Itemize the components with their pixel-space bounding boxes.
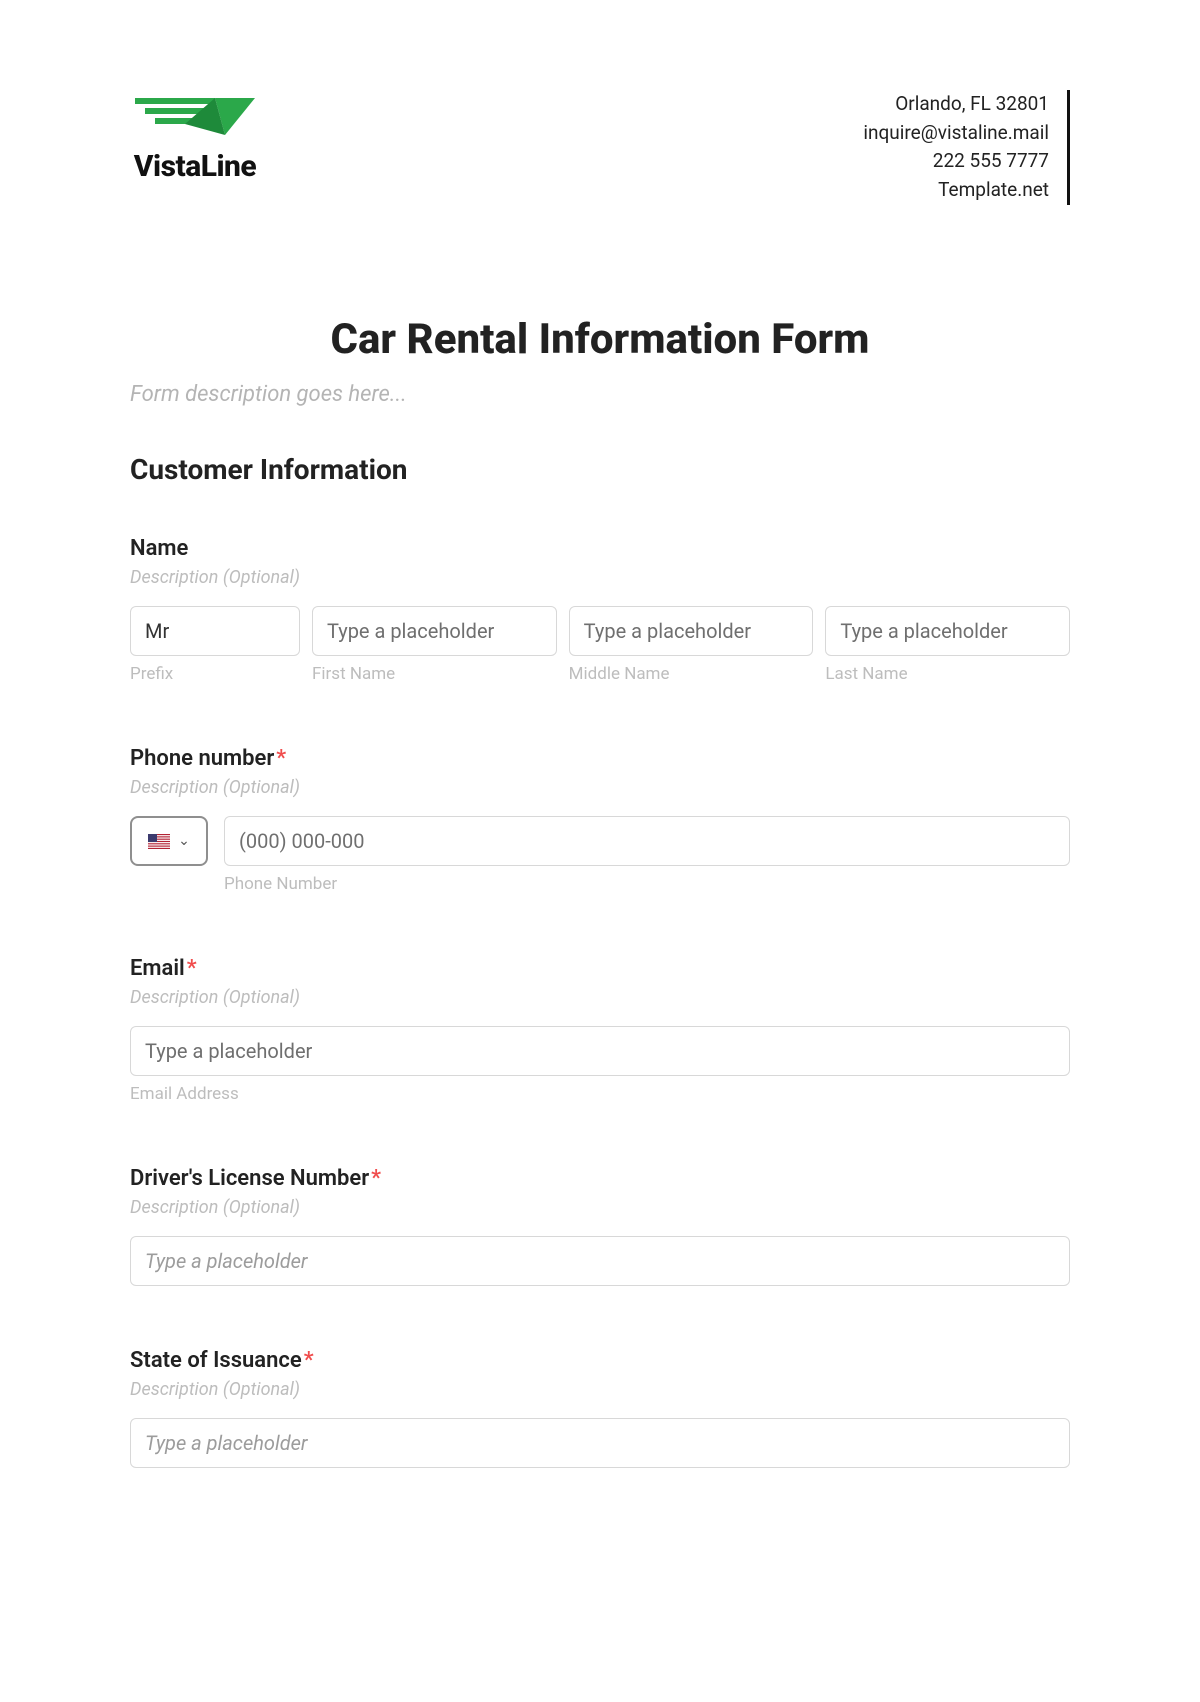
- page-header: VistaLine Orlando, FL 32801 inquire@vist…: [130, 90, 1070, 205]
- state-input[interactable]: [130, 1418, 1070, 1468]
- required-mark: *: [276, 746, 286, 771]
- phone-label-text: Phone number: [130, 746, 274, 771]
- address-line: Orlando, FL 32801: [863, 90, 1049, 119]
- state-field-group: State of Issuance* Description (Optional…: [130, 1348, 1070, 1468]
- address-block: Orlando, FL 32801 inquire@vistaline.mail…: [863, 90, 1070, 205]
- email-input[interactable]: [130, 1026, 1070, 1076]
- address-line: Template.net: [863, 176, 1049, 205]
- last-name-input[interactable]: [825, 606, 1070, 656]
- phone-input[interactable]: [224, 816, 1070, 866]
- phone-sublabel: Phone Number: [224, 874, 1070, 894]
- address-divider: [1067, 90, 1070, 205]
- phone-description[interactable]: Description (Optional): [130, 777, 1070, 798]
- license-label: Driver's License Number*: [130, 1166, 1070, 1191]
- first-name-input[interactable]: [312, 606, 557, 656]
- required-mark: *: [187, 956, 197, 981]
- middle-name-input[interactable]: [569, 606, 814, 656]
- license-description[interactable]: Description (Optional): [130, 1197, 1070, 1218]
- prefix-sublabel: Prefix: [130, 664, 300, 684]
- country-code-select[interactable]: ⌄: [130, 816, 208, 866]
- address-text: Orlando, FL 32801 inquire@vistaline.mail…: [863, 90, 1067, 204]
- state-label: State of Issuance*: [130, 1348, 1070, 1373]
- us-flag-icon: [148, 834, 170, 849]
- middle-name-sublabel: Middle Name: [569, 664, 814, 684]
- name-description[interactable]: Description (Optional): [130, 567, 1070, 588]
- email-label: Email*: [130, 956, 1070, 981]
- address-line: inquire@vistaline.mail: [863, 119, 1049, 148]
- first-name-sublabel: First Name: [312, 664, 557, 684]
- address-line: 222 555 7777: [863, 147, 1049, 176]
- required-mark: *: [304, 1348, 314, 1373]
- brand-name: VistaLine: [134, 149, 256, 184]
- license-input[interactable]: [130, 1236, 1070, 1286]
- state-label-text: State of Issuance: [130, 1348, 302, 1373]
- name-field-group: Name Description (Optional) Prefix First…: [130, 536, 1070, 684]
- brand-block: VistaLine: [130, 90, 260, 184]
- last-name-sublabel: Last Name: [825, 664, 1070, 684]
- prefix-input[interactable]: [130, 606, 300, 656]
- form-description[interactable]: Form description goes here...: [130, 382, 1070, 407]
- phone-label: Phone number*: [130, 746, 1070, 771]
- license-field-group: Driver's License Number* Description (Op…: [130, 1166, 1070, 1286]
- phone-field-group: Phone number* Description (Optional) ⌄: [130, 746, 1070, 894]
- email-field-group: Email* Description (Optional) Email Addr…: [130, 956, 1070, 1104]
- email-sublabel: Email Address: [130, 1084, 1070, 1104]
- state-description[interactable]: Description (Optional): [130, 1379, 1070, 1400]
- email-label-text: Email: [130, 956, 185, 981]
- license-label-text: Driver's License Number: [130, 1166, 369, 1191]
- required-mark: *: [371, 1166, 381, 1191]
- section-title: Customer Information: [130, 453, 1070, 486]
- name-label: Name: [130, 536, 1070, 561]
- email-description[interactable]: Description (Optional): [130, 987, 1070, 1008]
- brand-logo-icon: [130, 90, 260, 145]
- chevron-down-icon: ⌄: [178, 833, 190, 849]
- form-title: Car Rental Information Form: [130, 315, 1070, 364]
